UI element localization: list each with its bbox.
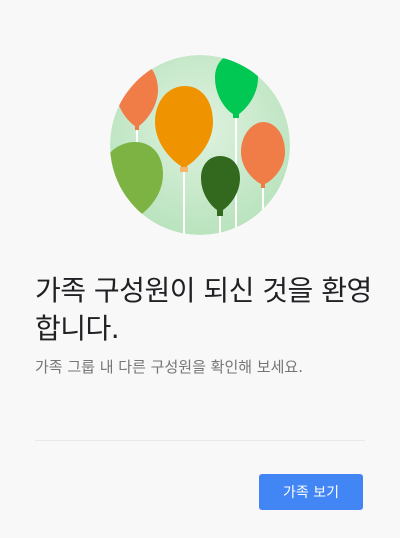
welcome-title: 가족 구성원이 되신 것을 환영합니다. bbox=[35, 274, 372, 345]
welcome-subtitle: 가족 그룹 내 다른 구성원을 확인해 보세요. bbox=[35, 358, 303, 376]
view-family-button[interactable]: 가족 보기 bbox=[259, 474, 363, 510]
divider bbox=[35, 440, 365, 441]
balloons-illustration bbox=[105, 50, 295, 240]
